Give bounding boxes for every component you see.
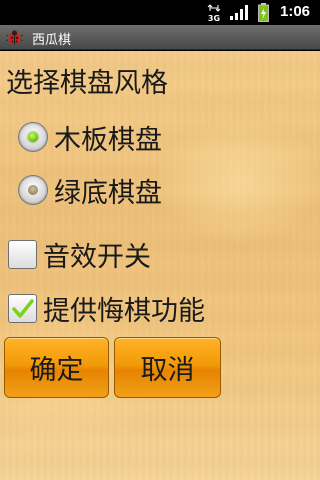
settings-panel: 选择棋盘风格 木板棋盘 绿底棋盘 音效开关 提供悔棋功能 确定 取消 bbox=[0, 51, 320, 480]
radio-wood-board[interactable]: 木板棋盘 bbox=[18, 119, 162, 156]
checkbox-checked-icon[interactable] bbox=[8, 293, 37, 323]
status-clock: 1:06 bbox=[280, 3, 311, 20]
cancel-button[interactable]: 取消 bbox=[114, 337, 221, 398]
network-type: 3G bbox=[207, 14, 221, 23]
checkbox-sound[interactable]: 音效开关 bbox=[8, 237, 151, 273]
checkbox-undo-label: 提供悔棋功能 bbox=[43, 295, 205, 327]
title-bar: 西瓜棋 bbox=[0, 25, 320, 50]
signal-strength-icon bbox=[230, 5, 248, 20]
radio-selected-icon[interactable] bbox=[18, 122, 48, 152]
battery-charging-icon bbox=[258, 3, 269, 22]
radio-unselected-icon[interactable] bbox=[18, 175, 48, 205]
ok-button[interactable]: 确定 bbox=[4, 337, 109, 398]
checkmark-icon bbox=[12, 298, 34, 318]
checkbox-sound-label: 音效开关 bbox=[43, 241, 151, 273]
app-ladybug-icon bbox=[6, 30, 23, 45]
board-style-heading: 选择棋盘风格 bbox=[6, 68, 168, 99]
radio-green-board[interactable]: 绿底棋盘 bbox=[18, 172, 162, 209]
radio-green-board-label: 绿底棋盘 bbox=[54, 177, 162, 209]
checkbox-undo[interactable]: 提供悔棋功能 bbox=[8, 291, 205, 327]
app-title: 西瓜棋 bbox=[32, 33, 72, 48]
radio-wood-board-label: 木板棋盘 bbox=[54, 124, 162, 156]
checkbox-unchecked-icon[interactable] bbox=[8, 239, 37, 269]
network-3g-icon: 3G bbox=[207, 4, 221, 23]
status-bar: 3G 1:06 bbox=[0, 0, 320, 25]
